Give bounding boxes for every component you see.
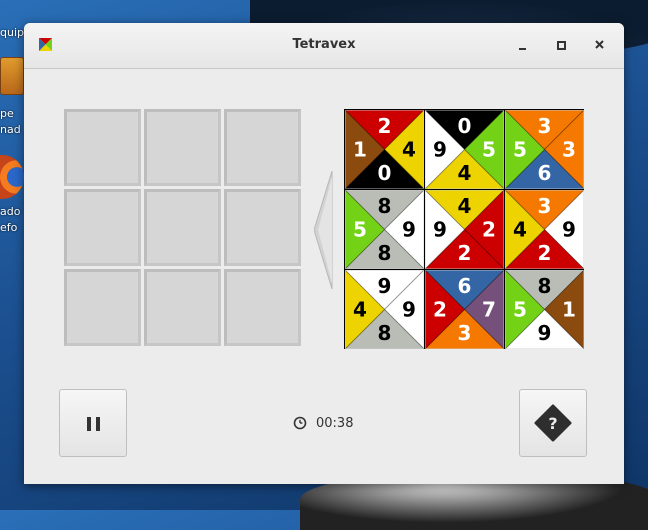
desktop-icon-label[interactable]: quip [0,26,24,39]
pause-icon [87,417,91,431]
board-slot[interactable] [64,109,141,186]
tile-south-number: 6 [538,161,552,185]
board-slot[interactable] [224,109,301,186]
title-bar[interactable]: Tetravex [24,23,624,69]
maximize-button[interactable] [551,35,571,55]
tile-north-number: 8 [378,194,392,218]
help-icon: ? [534,404,572,442]
tile-west-number: 9 [433,218,447,242]
tile-east-number: 2 [482,218,496,242]
elapsed-time: 00:38 [316,416,354,431]
tile[interactable]: 4229 [425,190,504,269]
board-slot[interactable] [144,189,221,266]
source-board: 2401 0549 3365 8985 4229 3924 9984 6732 … [344,109,584,349]
tetravex-window: Tetravex 2401 0549 3365 8 9 8 5 4 2 2 9 … [24,23,624,484]
tile[interactable]: 9984 [345,270,424,349]
tile-west-number: 5 [353,218,367,242]
tile[interactable]: 3365 [505,110,584,189]
tile-south-number: 4 [458,161,472,185]
tile-south-number: 8 [378,321,392,345]
board-slot[interactable] [64,269,141,346]
clock-icon [293,416,307,430]
tile-east-number: 9 [562,218,576,242]
tile-north-number: 3 [538,114,552,138]
tile-north-number: 3 [538,194,552,218]
desktop-firefox-icon[interactable] [0,155,24,199]
tile-south-number: 0 [378,161,392,185]
board-slot[interactable] [64,189,141,266]
desktop-icon-label[interactable]: ado [0,205,20,218]
tile[interactable]: 8985 [345,190,424,269]
tile-east-number: 9 [402,298,416,322]
tile-north-number: 2 [378,114,392,138]
maximize-icon [557,41,566,50]
arrow-left-icon[interactable] [314,171,334,289]
tile-west-number: 5 [513,298,527,322]
board-slot[interactable] [224,189,301,266]
tile-north-number: 9 [378,274,392,298]
tile-south-number: 2 [538,241,552,265]
tile-north-number: 0 [458,114,472,138]
tile-east-number: 9 [402,218,416,242]
tile-west-number: 5 [513,138,527,162]
tile[interactable]: 6732 [425,270,504,349]
tile-west-number: 4 [513,218,527,242]
tile-south-number: 9 [538,321,552,345]
tile[interactable]: 0549 [425,110,504,189]
tile-east-number: 1 [562,298,576,322]
tile[interactable]: 3924 [505,190,584,269]
target-board [64,109,304,349]
tile-south-number: 8 [378,241,392,265]
tile-south-number: 3 [458,321,472,345]
desktop-chest-icon[interactable] [0,57,24,95]
minimize-button[interactable] [513,35,533,55]
tile-east-number: 7 [482,298,496,322]
tile[interactable]: 2401 [345,110,424,189]
window-title: Tetravex [292,37,356,52]
close-button[interactable] [590,35,610,55]
help-button[interactable]: ? [519,389,587,457]
tile-west-number: 9 [433,138,447,162]
pause-icon [96,417,100,431]
board-slot[interactable] [144,109,221,186]
desktop-icon-label[interactable]: pe [0,107,14,120]
minimize-icon [519,48,526,50]
tile-north-number: 4 [458,194,472,218]
close-icon [595,40,604,49]
tile-west-number: 2 [433,298,447,322]
tile-east-number: 3 [562,138,576,162]
board-slot[interactable] [144,269,221,346]
tile[interactable]: 8195 [505,270,584,349]
svg-text:?: ? [548,414,557,433]
tile-west-number: 4 [353,298,367,322]
desktop-icon-label[interactable]: efo [0,221,17,234]
tile-west-number: 1 [353,138,367,162]
tile-east-number: 4 [402,138,416,162]
pause-button[interactable] [59,389,127,457]
tile-south-number: 2 [458,241,472,265]
board-slot[interactable] [224,269,301,346]
tile-north-number: 6 [458,274,472,298]
tile-north-number: 8 [538,274,552,298]
tile-east-number: 5 [482,138,496,162]
desktop-icon-label[interactable]: nad [0,123,21,136]
